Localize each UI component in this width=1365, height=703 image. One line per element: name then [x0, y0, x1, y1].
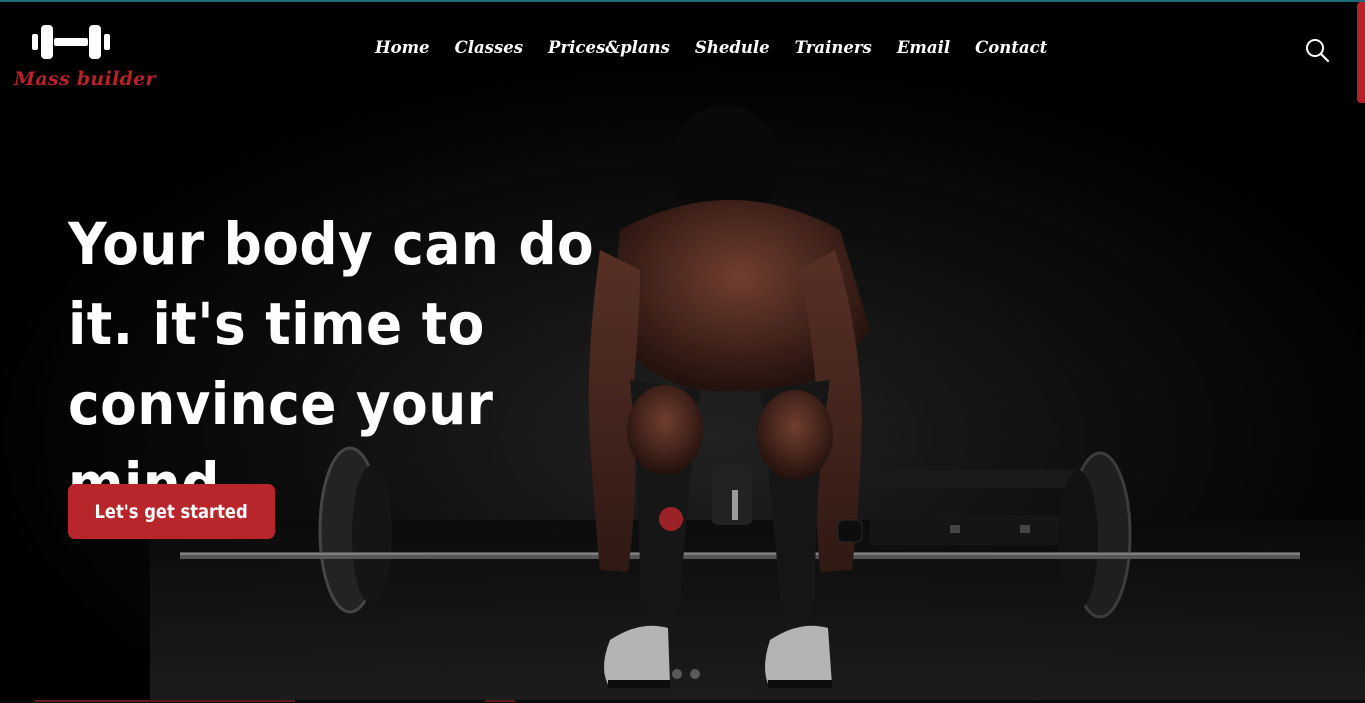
page: Mass builder Home Classes Prices&plans S…	[0, 0, 1365, 703]
brand-logo[interactable]: Mass builder	[14, 20, 156, 100]
nav-item-prices-plans[interactable]: Prices&plans	[548, 38, 670, 62]
slider-dot[interactable]	[672, 669, 682, 679]
search-icon[interactable]	[1304, 37, 1330, 63]
get-started-button[interactable]: Let's get started	[68, 484, 275, 539]
slider-pagination	[672, 669, 700, 679]
get-started-label: Let's get started	[94, 500, 249, 523]
nav-item-classes[interactable]: Classes	[455, 38, 523, 62]
top-accent-strip	[0, 0, 1365, 2]
nav-item-shedule[interactable]: Shedule	[695, 38, 770, 62]
bottom-divider-segment	[485, 700, 515, 702]
brand-name: Mass builder	[14, 68, 156, 90]
nav-item-email[interactable]: Email	[897, 38, 950, 62]
nav-item-trainers[interactable]: Trainers	[795, 38, 872, 62]
hero-headline: Your body can do it. it's time to convin…	[68, 210, 595, 518]
bottom-divider-segment	[35, 700, 295, 702]
nav-item-contact[interactable]: Contact	[975, 38, 1047, 62]
dumbbell-icon	[32, 25, 110, 59]
main-nav: Home Classes Prices&plans Shedule Traine…	[375, 38, 1072, 62]
nav-item-home[interactable]: Home	[375, 38, 430, 62]
slider-dot[interactable]	[690, 669, 700, 679]
scrollbar-thumb[interactable]	[1357, 2, 1365, 103]
hero-decorative-dot	[659, 507, 683, 531]
